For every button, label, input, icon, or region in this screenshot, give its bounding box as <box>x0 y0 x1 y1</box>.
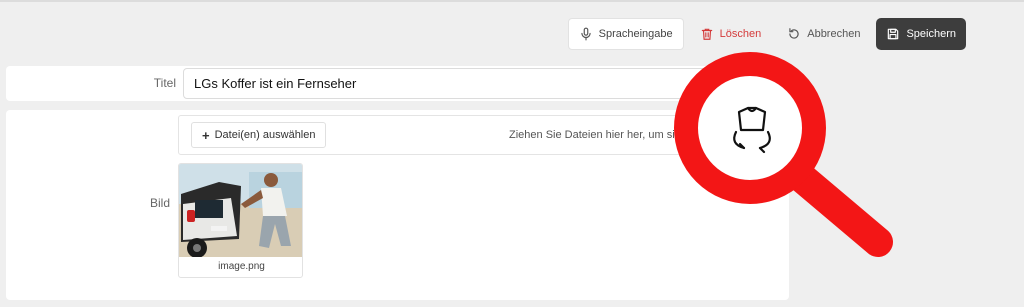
toolbar: Spracheingabe Löschen Abbrechen Speicher… <box>567 18 966 50</box>
uploaded-file-card[interactable]: image.png <box>178 163 303 278</box>
voice-input-button[interactable]: Spracheingabe <box>567 18 684 50</box>
delete-label: Löschen <box>719 28 762 40</box>
top-divider <box>0 0 1024 2</box>
title-label: Titel <box>153 76 176 90</box>
save-button[interactable]: Speichern <box>876 18 966 50</box>
magnifier-icon <box>674 52 893 257</box>
delete-button[interactable]: Löschen <box>690 18 772 50</box>
choose-files-label: Datei(en) auswählen <box>214 129 316 141</box>
image-thumbnail <box>179 164 302 257</box>
cancel-button[interactable]: Abbrechen <box>777 18 870 50</box>
floppy-disk-icon <box>888 28 899 40</box>
plus-icon: + <box>202 127 210 143</box>
cancel-label: Abbrechen <box>807 28 861 40</box>
trash-icon <box>701 28 712 40</box>
undo-icon <box>789 28 799 39</box>
microphone-icon <box>580 27 591 41</box>
save-label: Speichern <box>906 28 956 40</box>
choose-files-button[interactable]: + Datei(en) auswählen <box>191 122 327 148</box>
file-name: image.png <box>218 261 265 272</box>
image-label: Bild <box>149 196 170 210</box>
voice-input-label: Spracheingabe <box>598 28 673 40</box>
